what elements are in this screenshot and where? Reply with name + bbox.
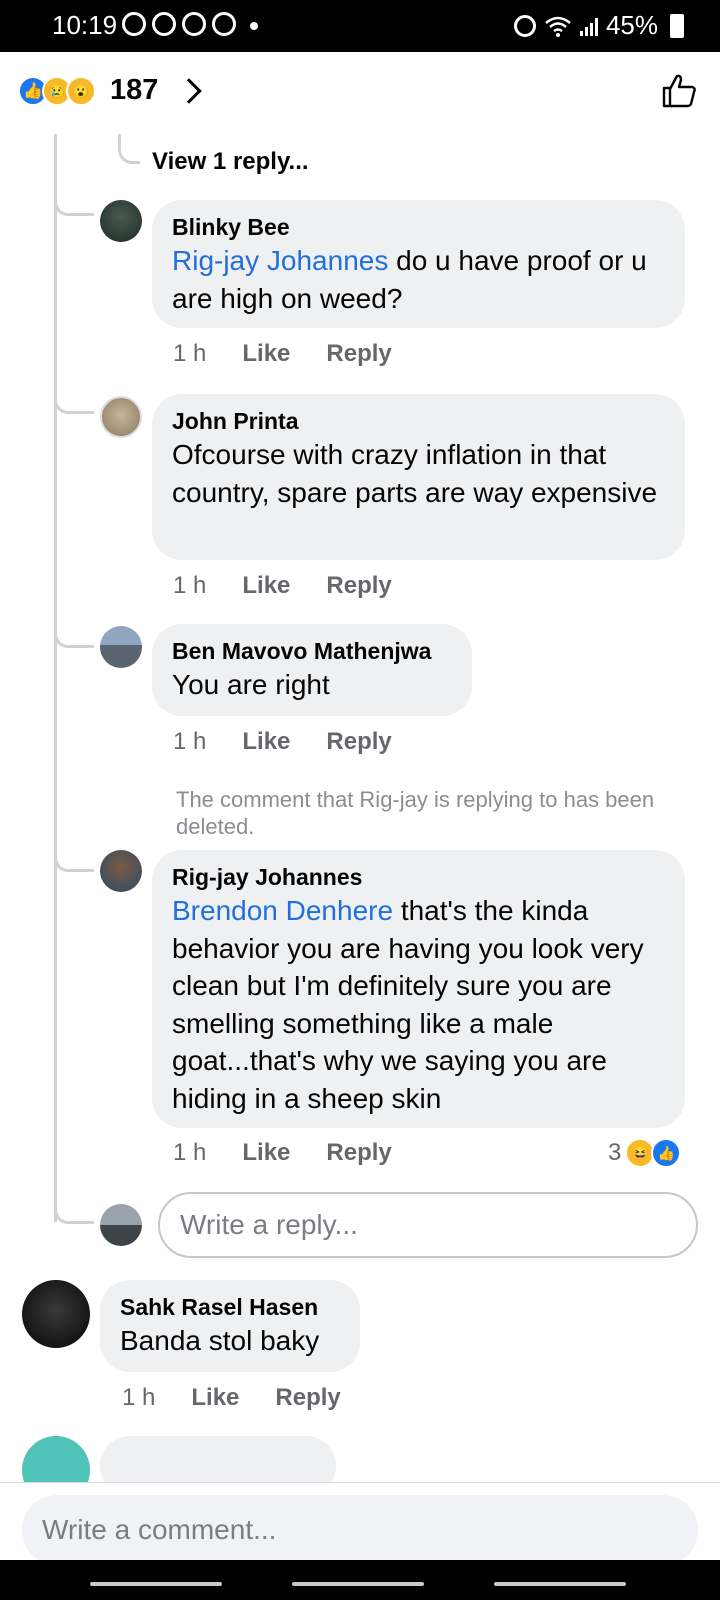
comment-input[interactable]: Write a comment... [22,1495,698,1565]
sync-icon [122,12,146,36]
signal-icon [579,16,598,36]
back-button[interactable] [494,1582,626,1586]
comment-actions: 1 h Like Reply [173,340,392,368]
sync-icon [182,12,206,36]
comment-text: Banda stol baky [120,1325,320,1356]
sync-icon [212,12,236,36]
comment-author[interactable]: Rig-jay Johannes [172,862,665,892]
like-button[interactable] [660,72,698,110]
thread-connector [118,134,140,164]
reply-link[interactable]: Reply [326,572,391,600]
status-right: 45% [513,10,658,41]
comment-text: Brendon Denhere that's the kinda behavio… [172,895,644,1114]
thread-connector [54,184,94,216]
mention-link[interactable]: Brendon Denhere [172,895,393,926]
reply-link[interactable]: Reply [275,1384,340,1412]
alarm-icon [513,14,536,37]
avatar[interactable] [100,396,142,438]
like-link[interactable]: Like [242,1139,290,1167]
comments-sheet: 👍 😢 😮 187 View 1 reply... Blinky Bee Rig… [0,52,720,1560]
comment-bubble[interactable]: Ben Mavovo Mathenjwa You are right [152,624,472,716]
thread-connector [54,382,94,414]
timestamp: 1 h [173,340,207,367]
comment-author[interactable]: John Printa [172,406,665,436]
comment-bubble[interactable]: Blinky Bee Rig-jay Johannes do u have pr… [152,200,685,328]
comment-actions: 1 h Like Reply [173,728,392,756]
like-link[interactable]: Like [242,340,290,368]
avatar [100,1204,142,1246]
mention-link[interactable]: Rig-jay Johannes [172,245,388,276]
comment-actions: 1 h Like Reply [173,1139,392,1167]
timestamp: 1 h [173,572,207,599]
deleted-comment-note: The comment that Rig-jay is replying to … [176,787,655,839]
avatar[interactable] [22,1280,90,1348]
wow-icon: 😮 [66,76,96,106]
like-link[interactable]: Like [242,728,290,756]
reactions-header: 👍 😢 😮 187 [0,52,720,134]
thread-connector [54,840,94,872]
comment-text: You are right [172,669,330,700]
comment-author[interactable]: Sahk Rasel Hasen [120,1292,340,1322]
reaction-count[interactable]: 187 [110,74,158,107]
reaction-summary[interactable]: 👍 😢 😮 [18,76,96,106]
system-nav-bar [0,1560,720,1600]
thread-connector [54,1192,94,1224]
reaction-count: 3 [608,1139,622,1166]
timestamp: 1 h [173,1139,207,1166]
thread-connector [54,616,94,648]
home-button[interactable] [292,1582,424,1586]
avatar[interactable] [100,200,142,242]
like-link[interactable]: Like [191,1384,239,1412]
comment-actions: 1 h Like Reply [122,1384,341,1412]
reply-input[interactable]: Write a reply... [158,1192,698,1258]
comment-text: Ofcourse with crazy inflation in that co… [172,439,658,508]
wifi-icon [545,16,571,37]
reply-link[interactable]: Reply [326,1139,391,1167]
comment-reactions[interactable]: 3 😆 👍 [608,1138,682,1168]
like-icon: 👍 [651,1138,682,1168]
comment-bubble[interactable]: John Printa Ofcourse with crazy inflatio… [152,394,685,560]
avatar[interactable] [100,626,142,668]
comment-bubble[interactable]: Rig-jay Johannes Brendon Denhere that's … [152,850,685,1128]
status-bar: 10:19 45% [0,0,720,52]
timestamp: 1 h [122,1384,156,1411]
reply-link[interactable]: Reply [326,340,391,368]
reply-link[interactable]: Reply [326,728,391,756]
notification-icons [122,12,258,36]
comment-actions: 1 h Like Reply [173,572,392,600]
battery-percent: 45% [605,10,658,40]
comment-bubble[interactable]: Sahk Rasel Hasen Banda stol baky [100,1280,360,1372]
battery-icon [670,14,684,38]
thread-line [54,134,57,1222]
view-replies-link[interactable]: View 1 reply... [152,148,309,176]
comment-author[interactable]: Blinky Bee [172,212,665,242]
sync-icon [152,12,176,36]
comment-text: Rig-jay Johannes do u have proof or u ar… [172,245,647,314]
recents-button[interactable] [90,1582,222,1586]
chevron-right-icon[interactable] [176,78,202,104]
clock: 10:19 [52,10,118,40]
more-notifications-icon [250,22,258,30]
like-link[interactable]: Like [242,572,290,600]
comment-author[interactable]: Ben Mavovo Mathenjwa [172,636,452,666]
timestamp: 1 h [173,728,207,755]
avatar[interactable] [100,850,142,892]
